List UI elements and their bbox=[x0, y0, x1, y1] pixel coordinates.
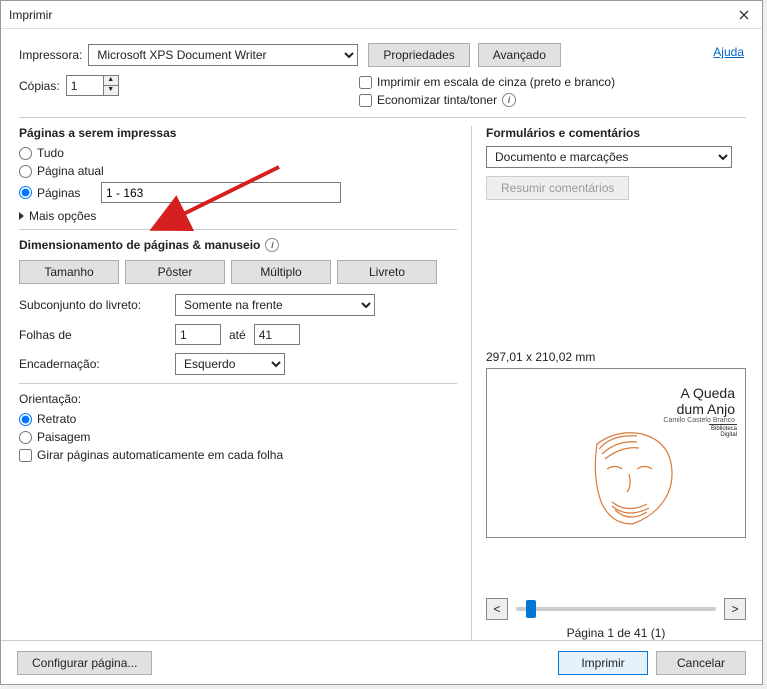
page-range-input[interactable] bbox=[101, 182, 341, 203]
preview-author: Camilo Castelo Branco bbox=[663, 417, 735, 424]
binding-label: Encadernação: bbox=[19, 357, 169, 371]
forms-select[interactable]: Documento e marcações bbox=[486, 146, 732, 168]
preview-pager: Página 1 de 41 (1) bbox=[486, 626, 746, 640]
grayscale-checkbox[interactable] bbox=[359, 76, 372, 89]
printer-label: Impressora: bbox=[19, 48, 82, 62]
booklet-button[interactable]: Livreto bbox=[337, 260, 437, 284]
radio-all[interactable] bbox=[19, 147, 32, 160]
auto-rotate-label: Girar páginas automaticamente em cada fo… bbox=[37, 448, 283, 462]
radio-range[interactable] bbox=[19, 186, 32, 199]
preview-stamp: Biblioteca Digital bbox=[709, 424, 737, 442]
size-button[interactable]: Tamanho bbox=[19, 260, 119, 284]
radio-current[interactable] bbox=[19, 165, 32, 178]
radio-portrait[interactable] bbox=[19, 413, 32, 426]
save-ink-checkbox[interactable] bbox=[359, 94, 372, 107]
preview-next-button[interactable]: > bbox=[724, 598, 746, 620]
info-icon[interactable]: i bbox=[265, 238, 279, 252]
preview-illustration bbox=[577, 424, 697, 534]
radio-portrait-label: Retrato bbox=[37, 412, 76, 426]
radio-landscape[interactable] bbox=[19, 431, 32, 444]
forms-section-title: Formulários e comentários bbox=[486, 126, 746, 140]
save-ink-label: Economizar tinta/toner bbox=[377, 93, 497, 107]
copies-input[interactable] bbox=[66, 75, 104, 96]
sheets-label: Folhas de bbox=[19, 328, 169, 342]
grayscale-label: Imprimir em escala de cinza (preto e bra… bbox=[377, 75, 615, 89]
summarize-button: Resumir comentários bbox=[486, 176, 629, 200]
printer-select[interactable]: Microsoft XPS Document Writer bbox=[88, 44, 358, 66]
cancel-button[interactable]: Cancelar bbox=[656, 651, 746, 675]
print-preview: A Queda dum Anjo Camilo Castelo Branco B… bbox=[486, 368, 746, 538]
preview-slider[interactable] bbox=[516, 607, 716, 611]
chevron-right-icon bbox=[19, 212, 24, 220]
preview-dimensions: 297,01 x 210,02 mm bbox=[486, 350, 746, 364]
multiple-button[interactable]: Múltiplo bbox=[231, 260, 331, 284]
poster-button[interactable]: Pôster bbox=[125, 260, 225, 284]
dialog-title: Imprimir bbox=[9, 8, 52, 22]
radio-landscape-label: Paisagem bbox=[37, 430, 90, 444]
print-button[interactable]: Imprimir bbox=[558, 651, 648, 675]
close-icon[interactable] bbox=[734, 5, 754, 25]
subset-select[interactable]: Somente na frente bbox=[175, 294, 375, 316]
pages-section-title: Páginas a serem impressas bbox=[19, 126, 457, 140]
radio-current-label: Página atual bbox=[37, 164, 104, 178]
advanced-button[interactable]: Avançado bbox=[478, 43, 561, 67]
radio-all-label: Tudo bbox=[37, 146, 64, 160]
orientation-title: Orientação: bbox=[19, 392, 457, 406]
auto-rotate-checkbox[interactable] bbox=[19, 449, 32, 462]
info-icon[interactable]: i bbox=[502, 93, 516, 107]
preview-title-2: dum Anjo bbox=[663, 401, 735, 417]
sheets-from-input[interactable] bbox=[175, 324, 221, 345]
properties-button[interactable]: Propriedades bbox=[368, 43, 469, 67]
subset-label: Subconjunto do livreto: bbox=[19, 298, 169, 312]
sheets-to-input[interactable] bbox=[254, 324, 300, 345]
copies-spinner[interactable]: ▲▼ bbox=[104, 75, 119, 96]
to-label: até bbox=[229, 328, 246, 342]
page-setup-button[interactable]: Configurar página... bbox=[17, 651, 152, 675]
radio-range-label: Páginas bbox=[37, 186, 101, 200]
binding-select[interactable]: Esquerdo bbox=[175, 353, 285, 375]
sizing-section-title: Dimensionamento de páginas & manuseio bbox=[19, 238, 260, 252]
help-link[interactable]: Ajuda bbox=[713, 45, 744, 59]
preview-title-1: A Queda bbox=[663, 385, 735, 401]
more-options-toggle[interactable]: Mais opções bbox=[19, 209, 457, 223]
copies-label: Cópias: bbox=[19, 79, 60, 93]
preview-prev-button[interactable]: < bbox=[486, 598, 508, 620]
